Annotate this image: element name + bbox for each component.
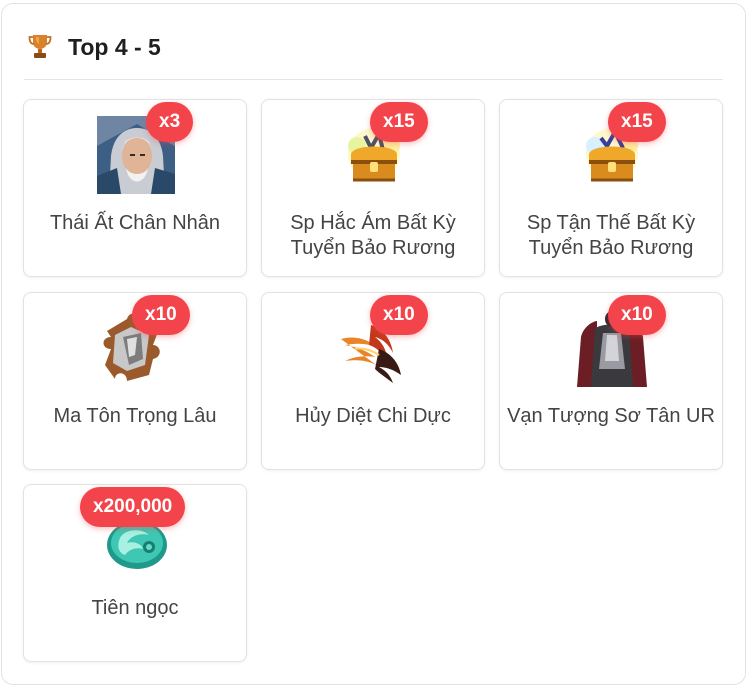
- reward-card[interactable]: x10 Hủy Diệt Chi Dực: [261, 292, 485, 470]
- panel-header: Top 4 - 5: [24, 32, 723, 80]
- reward-card[interactable]: x3 Thái Ất Chân Nhân: [23, 99, 247, 277]
- reward-card[interactable]: x10 Vạn Tượng Sơ Tân UR: [499, 292, 723, 470]
- quantity-badge: x15: [608, 102, 666, 142]
- quantity-badge: x3: [146, 102, 194, 142]
- quantity-badge: x200,000: [80, 487, 186, 527]
- quantity-badge: x15: [370, 102, 428, 142]
- item-name: Sp Hắc Ám Bất Kỳ Tuyển Bảo Rương: [290, 212, 456, 259]
- item-name: Sp Tận Thế Bất Kỳ Tuyển Bảo Rương: [526, 212, 696, 259]
- item-name: Vạn Tượng Sơ Tân UR: [507, 405, 715, 427]
- quantity-badge: x10: [370, 295, 428, 335]
- reward-card[interactable]: x10 Ma Tôn Trọng Lâu: [23, 292, 247, 470]
- item-name: Thái Ất Chân Nhân: [49, 212, 221, 234]
- reward-panel: Top 4 - 5 x3 Thái Ất Chân Nhân x15 Sp Hắ…: [1, 3, 746, 685]
- reward-card[interactable]: x15 Sp Tận Thế Bất Kỳ Tuyển Bảo Rương: [499, 99, 723, 277]
- reward-card[interactable]: x15 Sp Hắc Ám Bất Kỳ Tuyển Bảo Rương: [261, 99, 485, 277]
- reward-card[interactable]: x200,000 Tiên ngọc: [23, 484, 247, 662]
- item-name: Ma Tôn Trọng Lâu: [53, 405, 217, 427]
- item-name: Hủy Diệt Chi Dực: [295, 405, 451, 427]
- item-name: Tiên ngọc: [91, 597, 179, 619]
- quantity-badge: x10: [132, 295, 190, 335]
- quantity-badge: x10: [608, 295, 666, 335]
- trophy-icon: [28, 35, 52, 58]
- page-title: Top 4 - 5: [68, 34, 161, 60]
